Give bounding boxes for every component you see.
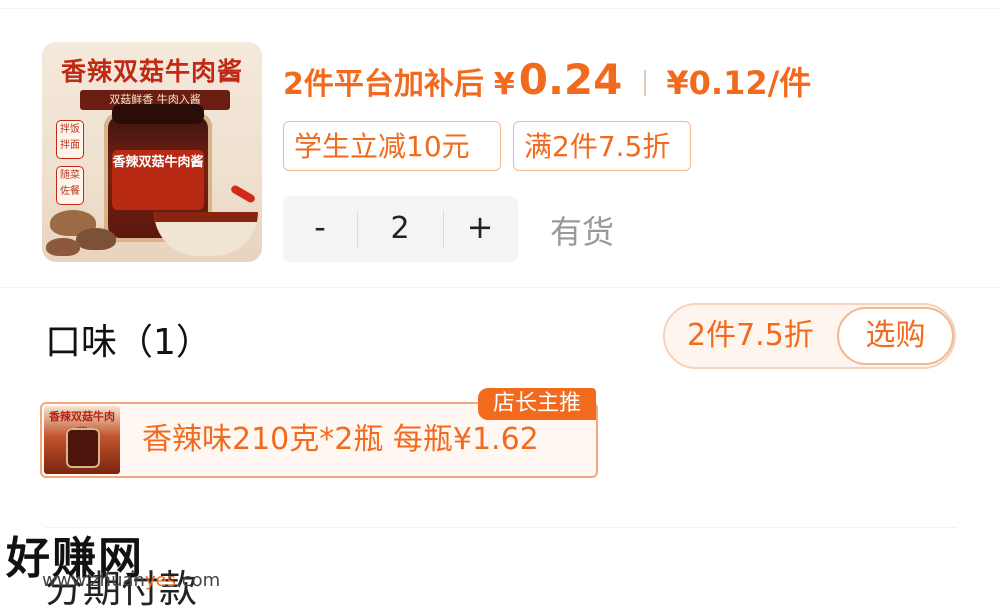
chili-illustration bbox=[229, 184, 257, 204]
price-label: 2件平台加补后 bbox=[283, 67, 484, 102]
product-image-title: 香辣双菇牛肉酱 bbox=[60, 57, 243, 86]
flavor-section-title: 口味（1） bbox=[45, 322, 212, 363]
choose-button[interactable]: 选购 bbox=[837, 307, 954, 365]
discount-pill: 2件7.5折 选购 bbox=[663, 303, 956, 369]
jar-illustration bbox=[66, 428, 100, 468]
watermark-url: www.zhuanyes.com bbox=[42, 570, 220, 591]
watermark-url-highlight: yes bbox=[144, 570, 177, 591]
section-divider bbox=[45, 527, 957, 528]
recommended-badge: 店长主推 bbox=[478, 388, 596, 420]
mushroom-illustration bbox=[76, 228, 116, 250]
promo-badge-student[interactable]: 学生立减10元 bbox=[283, 121, 501, 171]
quantity-stepper: - 2 + bbox=[283, 196, 518, 262]
watermark-url-suffix: .com bbox=[176, 570, 221, 591]
watermark-url-prefix: www.zhuan bbox=[42, 570, 145, 591]
unit-suffix: /件 bbox=[767, 64, 812, 102]
jar-label: 香辣双菇牛肉酱 bbox=[112, 150, 204, 210]
discount-pill-text: 2件7.5折 bbox=[687, 318, 814, 353]
price-divider bbox=[644, 70, 647, 96]
section-divider bbox=[0, 287, 1000, 288]
increment-button[interactable]: + bbox=[443, 196, 517, 262]
option-thumbnail: 香辣双菇牛肉酱 bbox=[44, 406, 120, 474]
currency-symbol: ¥ bbox=[493, 67, 515, 102]
product-image-tag: 随菜佐餐 bbox=[56, 166, 84, 205]
jar-lid-illustration bbox=[112, 104, 204, 124]
unit-price: ¥0.12 bbox=[666, 64, 768, 102]
product-image-tag: 拌饭拌面 bbox=[56, 120, 84, 159]
quantity-input[interactable]: 2 bbox=[357, 196, 443, 262]
mushroom-illustration bbox=[46, 238, 80, 256]
product-image[interactable]: 香辣双菇牛肉酱 双菇鲜香 牛肉入酱 拌饭拌面 随菜佐餐 香辣双菇牛肉酱 bbox=[42, 42, 262, 262]
bowl-illustration bbox=[154, 212, 258, 256]
final-price: 0.24 bbox=[518, 55, 623, 104]
decrement-button[interactable]: - bbox=[283, 196, 357, 262]
price-line: 2件平台加补后 ¥0.24 ¥0.12/件 bbox=[283, 55, 811, 104]
stock-status: 有货 bbox=[550, 213, 615, 251]
top-divider bbox=[0, 8, 1000, 9]
promo-badge-discount[interactable]: 满2件7.5折 bbox=[513, 121, 691, 171]
